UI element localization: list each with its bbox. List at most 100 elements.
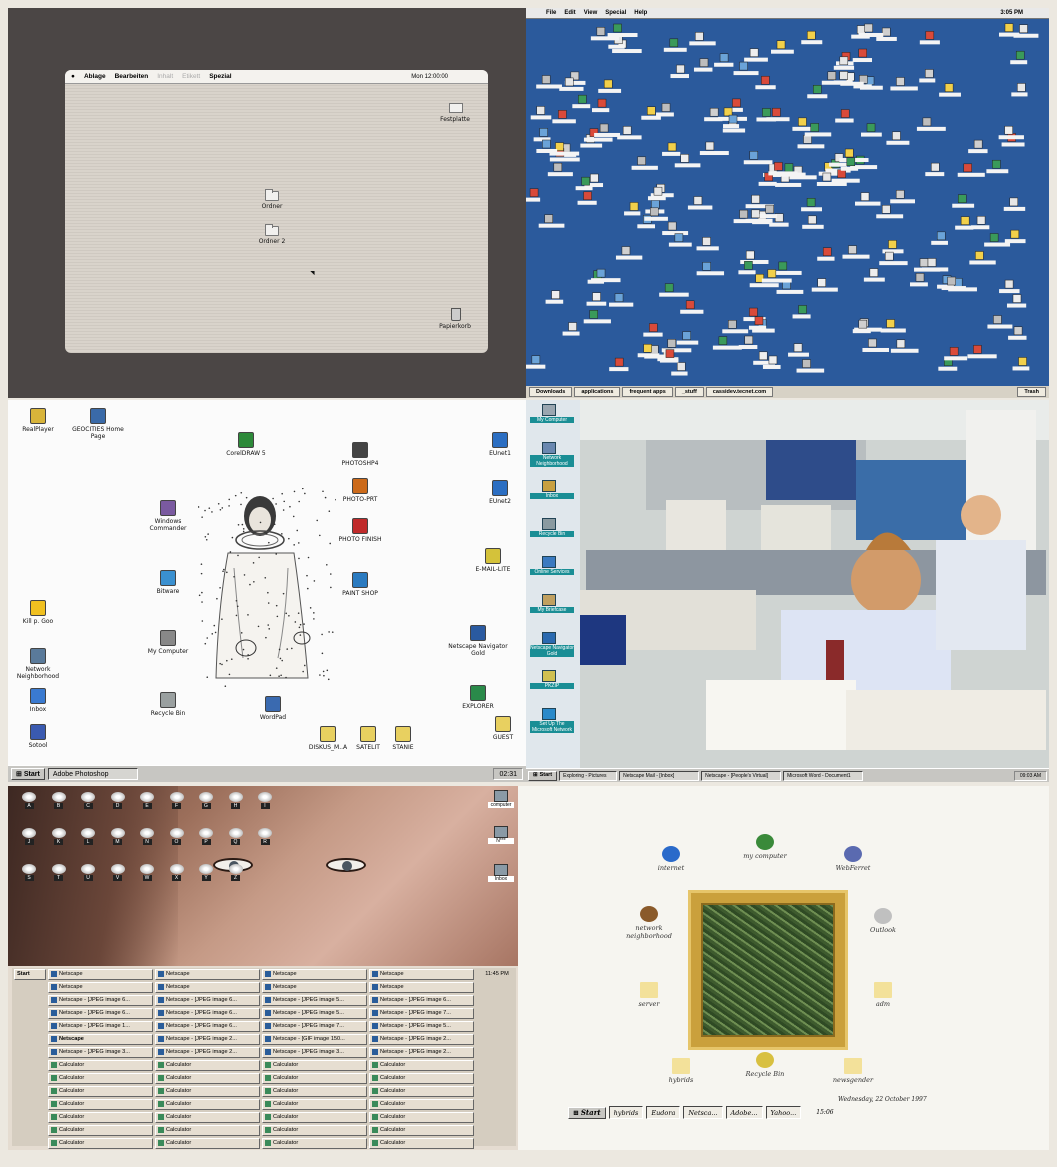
taskbar-task-button[interactable]: Netscape - [JPEG image 1... xyxy=(48,1020,153,1032)
desktop-file-icon[interactable] xyxy=(586,292,607,306)
desktop-file-icon[interactable] xyxy=(862,338,890,352)
desktop-file-icon[interactable] xyxy=(583,310,611,324)
desktop-icon-server[interactable]: server xyxy=(614,982,684,1008)
desktop-file-icon[interactable] xyxy=(852,48,873,63)
desktop-file-icon[interactable] xyxy=(969,251,996,265)
cd-drive-icon[interactable]: E xyxy=(138,792,156,810)
desktop-file-icon[interactable] xyxy=(615,246,643,260)
desktop-file-icon[interactable] xyxy=(598,79,622,93)
desktop-icon[interactable]: My Computer xyxy=(530,404,574,423)
desktop-file-icon[interactable] xyxy=(526,355,546,369)
desktop-file-icon[interactable] xyxy=(910,273,928,287)
taskbar-task-button[interactable]: Calculator xyxy=(155,1085,260,1097)
cd-drive-icon[interactable]: N xyxy=(138,828,156,846)
cd-drive-icon[interactable]: A xyxy=(20,792,38,810)
taskbar-task-button[interactable]: Netscape xyxy=(262,981,367,993)
desktop-file-icon[interactable] xyxy=(801,30,823,45)
desktop-file-icon[interactable] xyxy=(687,196,713,210)
desktop-file-icon[interactable] xyxy=(987,315,1013,329)
desktop-file-icon[interactable] xyxy=(925,162,945,177)
tab-applications[interactable]: applications xyxy=(574,387,621,397)
taskbar-task-button[interactable]: Netscape - [JPEG image 5... xyxy=(369,1020,474,1032)
desktop-icon[interactable]: My Briefcase xyxy=(530,594,574,613)
desktop-file-icon[interactable] xyxy=(919,69,936,83)
folder-icon[interactable] xyxy=(265,189,279,201)
cd-drive-icon[interactable]: G xyxy=(197,792,215,810)
desktop-file-icon[interactable] xyxy=(744,48,768,62)
desktop-file-icon[interactable] xyxy=(955,216,974,230)
taskbar-task-button[interactable]: Netscape - [GIF image 150... xyxy=(262,1033,367,1045)
desktop-file-icon[interactable] xyxy=(536,139,558,153)
cd-drive-icon[interactable]: X xyxy=(168,864,186,882)
taskbar-task-photoshop[interactable]: Adobe Photoshop xyxy=(47,768,138,780)
desktop-icon-realplayer[interactable]: RealPlayer xyxy=(8,408,68,433)
taskbar-task-button[interactable]: Calculator xyxy=(369,1072,474,1084)
taskbar-task-button[interactable]: Netscape - [JPEG image 2... xyxy=(155,1033,260,1045)
taskbar-task[interactable]: Netscape Mail - [Inbox] xyxy=(619,770,700,781)
desktop-file-icon[interactable] xyxy=(792,117,812,131)
taskbar-task-button[interactable]: Calculator xyxy=(369,1111,474,1123)
desktop-icon-photo-finish[interactable]: PHOTO FINISH xyxy=(330,518,390,543)
cd-drive-icon[interactable]: D xyxy=(109,792,127,810)
desktop-file-icon[interactable] xyxy=(886,131,910,145)
taskbar-task-button[interactable]: Calculator xyxy=(262,1124,367,1136)
desktop-file-icon[interactable] xyxy=(668,233,692,247)
desktop-icon[interactable]: computer xyxy=(488,790,514,808)
desktop-file-icon[interactable] xyxy=(674,154,701,168)
desktop-file-icon[interactable] xyxy=(1004,229,1026,244)
start-button[interactable]: ⊞ Start xyxy=(11,768,45,780)
desktop-file-icon[interactable] xyxy=(968,139,988,154)
menu-item-spezial[interactable]: Spezial xyxy=(209,73,231,80)
menu-item-bearbeiten[interactable]: Bearbeiten xyxy=(115,73,149,80)
cd-drive-icon[interactable]: O xyxy=(168,828,186,846)
desktop-file-icon[interactable] xyxy=(890,339,919,353)
taskbar-task-button[interactable]: Calculator xyxy=(155,1072,260,1084)
desktop-file-icon[interactable] xyxy=(802,215,824,229)
cd-drive-icon[interactable]: K xyxy=(50,828,68,846)
desktop-icon-internet[interactable]: internet xyxy=(636,846,706,872)
desktop-icon[interactable]: PKZIP xyxy=(530,670,574,689)
desktop-file-icon[interactable] xyxy=(919,31,940,45)
cd-drive-icon[interactable]: Q xyxy=(227,828,245,846)
cd-drive-icon[interactable]: S xyxy=(20,864,38,882)
trash-icon[interactable] xyxy=(451,308,461,321)
desktop-file-icon[interactable] xyxy=(662,221,689,236)
desktop-file-icon[interactable] xyxy=(609,357,629,372)
desktop-icon-my-computer[interactable]: My Computer xyxy=(138,630,198,655)
desktop-file-icon[interactable] xyxy=(1003,197,1026,211)
desktop-file-icon[interactable] xyxy=(696,237,719,251)
taskbar-task[interactable]: Netsca... xyxy=(683,1106,723,1119)
desktop-icon-explorer[interactable]: EXPLORER xyxy=(448,685,508,710)
taskbar-task[interactable]: Microsoft Word - Document1 xyxy=(783,770,864,781)
desktop-icon-photo-prt[interactable]: PHOTO-PRT xyxy=(330,478,390,503)
taskbar-task-button[interactable]: Calculator xyxy=(369,1124,474,1136)
taskbar-task-button[interactable]: Calculator xyxy=(155,1111,260,1123)
taskbar-task-button[interactable]: Netscape xyxy=(262,968,367,980)
taskbar-task-button[interactable]: Netscape xyxy=(369,968,474,980)
desktop-file-icon[interactable] xyxy=(971,216,990,230)
taskbar-task-button[interactable]: Calculator xyxy=(155,1098,260,1110)
taskbar-task-button[interactable]: Calculator xyxy=(262,1111,367,1123)
desktop-file-icon[interactable] xyxy=(670,64,689,79)
desktop-file-icon[interactable] xyxy=(882,240,904,254)
taskbar-task[interactable]: Adobe... xyxy=(725,1106,763,1119)
taskbar-task-button[interactable]: Netscape xyxy=(48,981,153,993)
desktop-icon[interactable]: Set Up The Microsoft Network xyxy=(530,708,574,733)
cd-drive-icon[interactable]: B xyxy=(50,792,68,810)
taskbar-task-button[interactable]: Netscape - [JPEG image 2... xyxy=(369,1046,474,1058)
desktop-icon-newsgender[interactable]: newsgender xyxy=(818,1058,888,1084)
desktop-file-icon[interactable] xyxy=(689,32,716,46)
desktop-icon-stanie[interactable]: STANIE xyxy=(373,726,433,751)
desktop-file-icon[interactable] xyxy=(776,280,804,294)
desktop-icon-bitware[interactable]: Bitware xyxy=(138,570,198,595)
desktop-file-icon[interactable] xyxy=(755,75,776,90)
cd-drive-icon[interactable]: C xyxy=(79,792,97,810)
desktop-file-icon[interactable] xyxy=(624,202,641,216)
cd-drive-icon[interactable]: R xyxy=(256,828,274,846)
desktop-file-icon[interactable] xyxy=(771,40,794,54)
desktop-file-icon[interactable] xyxy=(536,75,562,89)
tab-trash[interactable]: Trash xyxy=(1017,387,1046,397)
desktop-icon[interactable]: Netscape Navigator Gold xyxy=(530,632,574,657)
desktop-icon-geocities-home-page[interactable]: GEOCITIES Home Page xyxy=(68,408,128,440)
taskbar-task-button[interactable]: Netscape - [JPEG image 7... xyxy=(369,1007,474,1019)
